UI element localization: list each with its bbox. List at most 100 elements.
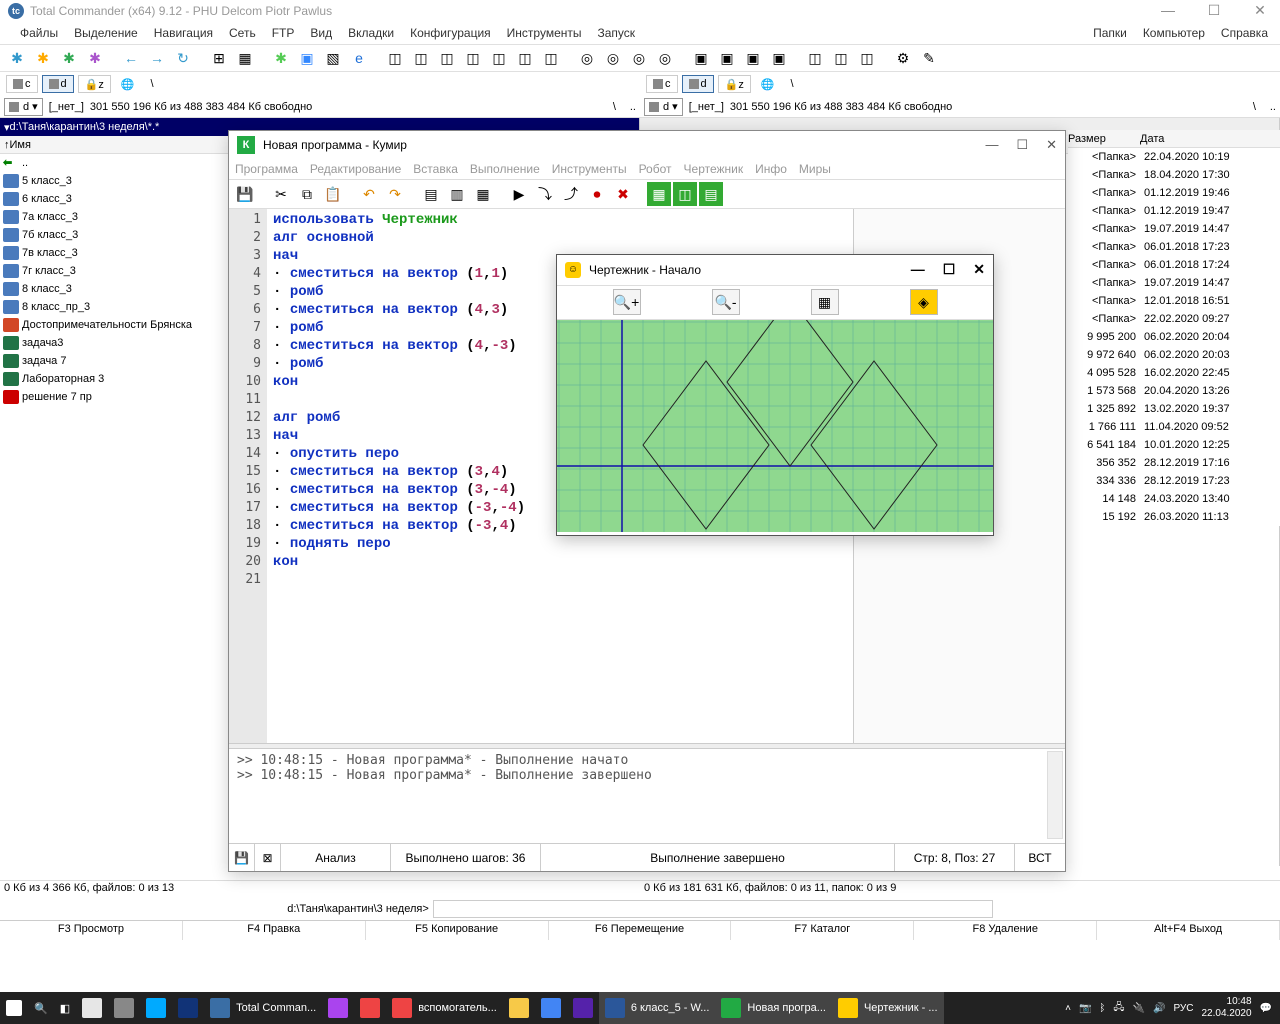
status-save-icon[interactable]: 💾 [229, 844, 255, 871]
tray-lang[interactable]: РУС [1173, 1003, 1193, 1014]
col-date[interactable]: Дата [1140, 133, 1260, 145]
zoom-out-icon[interactable]: 🔍- [712, 289, 740, 315]
doc3-icon[interactable]: ▦ [471, 182, 495, 206]
g7-icon[interactable]: ◫ [540, 47, 562, 69]
draw-minimize[interactable]: ― [911, 261, 925, 278]
col-name[interactable]: Имя [10, 139, 31, 151]
tc-menu-item[interactable]: Сеть [221, 24, 264, 42]
file-row[interactable]: 15 19226.03.2020 11:13 [1068, 508, 1280, 526]
doc2-icon[interactable]: ▥ [445, 182, 469, 206]
status-close-icon[interactable]: ⊠ [255, 844, 281, 871]
a3-icon[interactable]: ◎ [628, 47, 650, 69]
kumir-maximize[interactable]: ☐ [1016, 137, 1028, 153]
drive-c-r[interactable]: c [646, 75, 678, 93]
taskbar-item[interactable]: 6 класс_5 - W... [599, 992, 716, 1024]
tc-menu-item[interactable]: Папки [1085, 24, 1135, 42]
up-btn-left[interactable]: .. [630, 101, 636, 113]
tc-menu-item[interactable]: Компьютер [1135, 24, 1213, 42]
b1-icon[interactable]: ▣ [690, 47, 712, 69]
tray-bt-icon[interactable]: ᛒ [1099, 1003, 1105, 1014]
g3-icon[interactable]: ◫ [436, 47, 458, 69]
net-icon[interactable]: ✱ [270, 47, 292, 69]
file-row[interactable]: 14 14824.03.2020 13:40 [1068, 490, 1280, 508]
tc-menu-item[interactable]: FTP [264, 24, 303, 42]
tc-menu-item[interactable]: Инструменты [499, 24, 590, 42]
kumir-menu-item[interactable]: Инфо [755, 162, 787, 176]
layout1-icon[interactable]: ▦ [647, 182, 671, 206]
kumir-menu-item[interactable]: Миры [799, 162, 831, 176]
tc-menu-item[interactable]: Конфигурация [402, 24, 499, 42]
file-row[interactable]: <Папка>19.07.2019 14:47 [1068, 274, 1280, 292]
kumir-menu-item[interactable]: Редактирование [310, 162, 401, 176]
drive-net-r[interactable]: 🌐 [755, 75, 781, 93]
star-icon[interactable]: ✱ [32, 47, 54, 69]
layout2-icon[interactable]: ◫ [673, 182, 697, 206]
copy-icon[interactable]: ⧉ [295, 182, 319, 206]
file-row[interactable]: 1 325 89213.02.2020 19:37 [1068, 400, 1280, 418]
start-button[interactable]: ⊞ [0, 992, 28, 1024]
file-row[interactable]: 9 972 64006.02.2020 20:03 [1068, 346, 1280, 364]
taskbar-item[interactable] [567, 992, 599, 1024]
a4-icon[interactable]: ◎ [654, 47, 676, 69]
search-button[interactable]: 🔍 [28, 992, 54, 1024]
draw-title-bar[interactable]: ☺ Чертежник - Начало ― ☐ ✕ [557, 255, 993, 285]
drive-net[interactable]: 🌐 [115, 75, 141, 93]
fn-button[interactable]: F7 Каталог [731, 921, 914, 940]
draw-canvas[interactable] [557, 320, 993, 535]
root-btn-left[interactable]: \ [605, 101, 624, 113]
redo-icon[interactable]: ↷ [383, 182, 407, 206]
taskbar-item[interactable] [535, 992, 567, 1024]
c3-icon[interactable]: ◫ [856, 47, 878, 69]
tray-vol-icon[interactable]: 🔊 [1153, 1003, 1165, 1014]
fn-button[interactable]: F6 Перемещение [549, 921, 732, 940]
x-icon[interactable]: ✖ [611, 182, 635, 206]
b4-icon[interactable]: ▣ [768, 47, 790, 69]
tray-camera-icon[interactable]: 📷 [1079, 1003, 1091, 1014]
file-row[interactable]: <Папка>06.01.2018 17:23 [1068, 238, 1280, 256]
taskview-button[interactable]: ◧ [54, 992, 76, 1024]
kumir-menu-item[interactable]: Робот [639, 162, 672, 176]
taskbar-item[interactable] [140, 992, 172, 1024]
refresh-icon[interactable]: ✱ [6, 47, 28, 69]
forward-icon[interactable]: → [146, 47, 168, 69]
up-btn-right[interactable]: .. [1270, 101, 1276, 113]
taskbar-item[interactable] [354, 992, 386, 1024]
drive-select-right[interactable]: d ▾ [644, 98, 683, 116]
fn-button[interactable]: F4 Правка [183, 921, 366, 940]
file-row[interactable]: <Папка>06.01.2018 17:24 [1068, 256, 1280, 274]
g1-icon[interactable]: ◫ [384, 47, 406, 69]
kumir-menu-item[interactable]: Выполнение [470, 162, 540, 176]
folder-open-icon[interactable]: ▦ [234, 47, 256, 69]
file-row[interactable]: 1 573 56820.04.2020 13:26 [1068, 382, 1280, 400]
cut-icon[interactable]: ✂ [269, 182, 293, 206]
drive-select-left[interactable]: d ▾ [4, 98, 43, 116]
drive-root[interactable]: \ [145, 75, 160, 93]
tray-chevron-icon[interactable]: ˄ [1065, 1003, 1071, 1014]
tc-menu-item[interactable]: Справка [1213, 24, 1276, 42]
cmd-icon[interactable]: ▧ [322, 47, 344, 69]
undo-icon[interactable]: ↶ [357, 182, 381, 206]
a2-icon[interactable]: ◎ [602, 47, 624, 69]
d1-icon[interactable]: ⚙ [892, 47, 914, 69]
drive-c[interactable]: c [6, 75, 38, 93]
step-icon[interactable]: ⤵ [533, 182, 557, 206]
drive-d-r[interactable]: d [682, 75, 714, 93]
kumir-title-bar[interactable]: К Новая программа - Кумир ― ☐ ✕ [229, 131, 1065, 159]
stop-icon[interactable]: ⏺ [585, 182, 609, 206]
star2-icon[interactable]: ✱ [58, 47, 80, 69]
g6-icon[interactable]: ◫ [514, 47, 536, 69]
kumir-minimize[interactable]: ― [985, 137, 998, 153]
minimize-button[interactable]: ― [1154, 2, 1182, 19]
drive-root-r[interactable]: \ [785, 75, 800, 93]
tc-menu-item[interactable]: Вид [302, 24, 340, 42]
file-row[interactable]: <Папка>22.02.2020 09:27 [1068, 310, 1280, 328]
ftp-icon[interactable]: ▣ [296, 47, 318, 69]
layout3-icon[interactable]: ▤ [699, 182, 723, 206]
b2-icon[interactable]: ▣ [716, 47, 738, 69]
c1-icon[interactable]: ◫ [804, 47, 826, 69]
tray-net-icon[interactable]: 🖧 [1113, 1000, 1124, 1017]
file-row[interactable]: 9 995 20006.02.2020 20:04 [1068, 328, 1280, 346]
kumir-menu-item[interactable]: Инструменты [552, 162, 627, 176]
kumir-menu-item[interactable]: Программа [235, 162, 298, 176]
fn-button[interactable]: F8 Удаление [914, 921, 1097, 940]
